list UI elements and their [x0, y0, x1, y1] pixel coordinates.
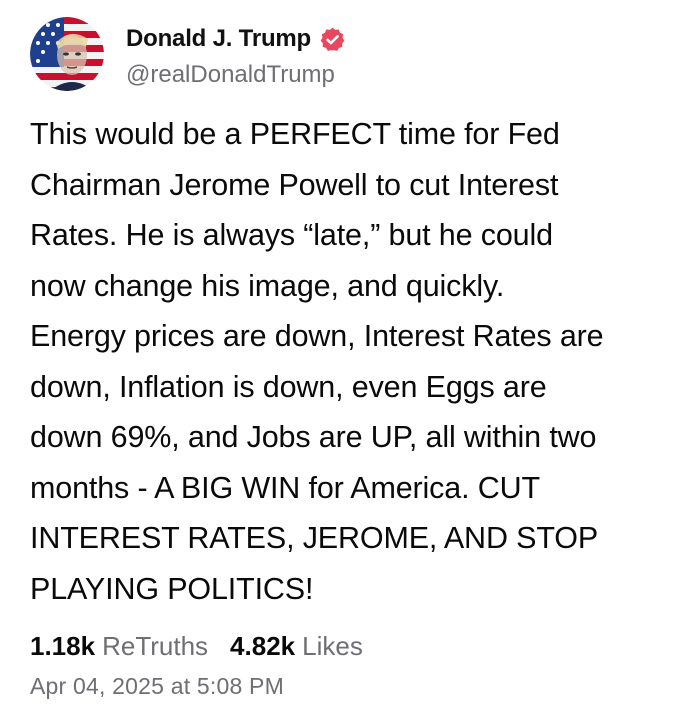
author-name-row: Donald J. Trump — [126, 23, 346, 55]
retruths-count[interactable]: 1.18k — [30, 628, 95, 664]
likes-label[interactable]: Likes — [302, 628, 363, 664]
truth-post: Donald J. Trump @realDonaldTrump This wo… — [0, 0, 690, 712]
post-timestamp: Apr 04, 2025 at 5:08 PM — [30, 673, 284, 699]
author-display-name[interactable]: Donald J. Trump — [126, 25, 311, 53]
profile-avatar[interactable] — [30, 17, 104, 91]
author-block: Donald J. Trump @realDonaldTrump — [126, 23, 346, 89]
retruths-label[interactable]: ReTruths — [102, 628, 208, 664]
verified-badge-icon — [319, 26, 346, 53]
author-handle[interactable]: @realDonaldTrump — [126, 61, 346, 89]
post-body-text: This would be a PERFECT time for Fed Cha… — [30, 117, 604, 606]
likes-count[interactable]: 4.82k — [230, 628, 295, 664]
post-stats: 1.18k ReTruths 4.82k Likes — [30, 628, 363, 664]
